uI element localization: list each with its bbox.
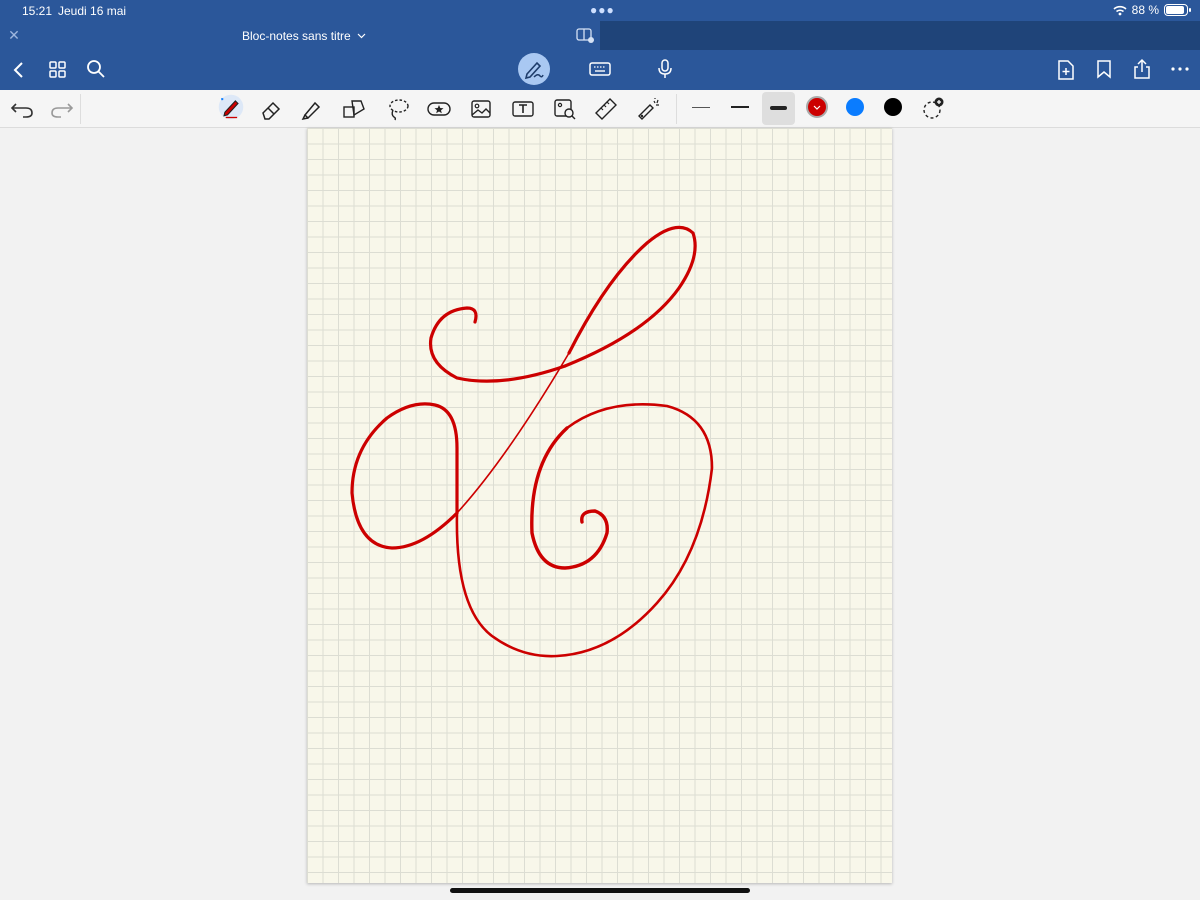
microphone-icon[interactable] xyxy=(656,58,674,80)
bookmark-icon[interactable] xyxy=(1096,59,1112,79)
stroke-width-medium[interactable] xyxy=(731,106,749,108)
lasso-icon[interactable] xyxy=(384,95,412,123)
status-date: Jeudi 16 mai xyxy=(58,4,127,18)
chevron-down-icon xyxy=(813,105,821,110)
drawing-toolbar xyxy=(0,90,1200,128)
wifi-icon xyxy=(1113,5,1127,15)
status-bar: 15:21 Jeudi 16 mai ●●● 88 % xyxy=(0,0,1200,21)
undo-icon[interactable] xyxy=(8,95,36,123)
status-time: 15:21 xyxy=(22,4,53,18)
close-tab-icon[interactable]: ✕ xyxy=(6,27,22,43)
back-icon[interactable] xyxy=(12,60,26,80)
add-color-icon[interactable] xyxy=(920,94,948,122)
stroke-width-thin[interactable] xyxy=(692,107,710,108)
split-view-icon[interactable] xyxy=(576,27,594,43)
more-icon[interactable] xyxy=(1170,66,1190,72)
tab-title[interactable]: Bloc-notes sans titre xyxy=(242,29,366,43)
color-swatch-black[interactable] xyxy=(884,98,902,116)
color-swatch-blue[interactable] xyxy=(846,98,864,116)
handwritten-flourish-drawing xyxy=(350,225,714,658)
eraser-icon[interactable] xyxy=(257,95,285,123)
app-toolbar xyxy=(0,50,1200,90)
battery-level xyxy=(1166,6,1184,14)
image-icon[interactable] xyxy=(467,95,495,123)
status-right: 88 % xyxy=(1113,3,1191,17)
sticker-icon[interactable] xyxy=(425,95,453,123)
search-icon[interactable] xyxy=(86,59,106,79)
redo-icon[interactable] xyxy=(48,95,76,123)
image-search-icon[interactable] xyxy=(551,95,579,123)
notebook-page-canvas[interactable] xyxy=(307,128,892,883)
grid-icon[interactable] xyxy=(48,60,68,80)
chevron-down-icon xyxy=(357,33,366,39)
keyboard-icon[interactable] xyxy=(589,60,611,78)
stroke-width-thick xyxy=(770,106,787,110)
pen-icon xyxy=(524,61,544,80)
tab-bar: ✕ Bloc-notes sans titre xyxy=(0,21,1200,50)
tab-notebook[interactable]: ✕ Bloc-notes sans titre xyxy=(0,21,600,50)
battery-percentage: 88 % xyxy=(1131,3,1159,17)
shapes-icon[interactable] xyxy=(340,95,368,123)
add-page-icon[interactable] xyxy=(1056,59,1076,81)
ruler-icon[interactable] xyxy=(592,95,620,123)
draw-mode-button[interactable] xyxy=(518,53,550,85)
tab-title-text: Bloc-notes sans titre xyxy=(242,29,351,43)
home-indicator[interactable] xyxy=(450,888,750,893)
multitasking-dots-icon[interactable]: ●●● xyxy=(590,4,615,16)
battery-icon xyxy=(1164,4,1191,16)
toolbar-divider xyxy=(676,94,677,124)
share-icon[interactable] xyxy=(1132,58,1152,80)
text-box-icon[interactable] xyxy=(509,95,537,123)
highlighter-icon[interactable] xyxy=(298,95,326,123)
toolbar-divider xyxy=(80,94,81,124)
laser-pointer-icon[interactable] xyxy=(634,95,662,123)
pen-tool-icon[interactable] xyxy=(217,93,245,121)
